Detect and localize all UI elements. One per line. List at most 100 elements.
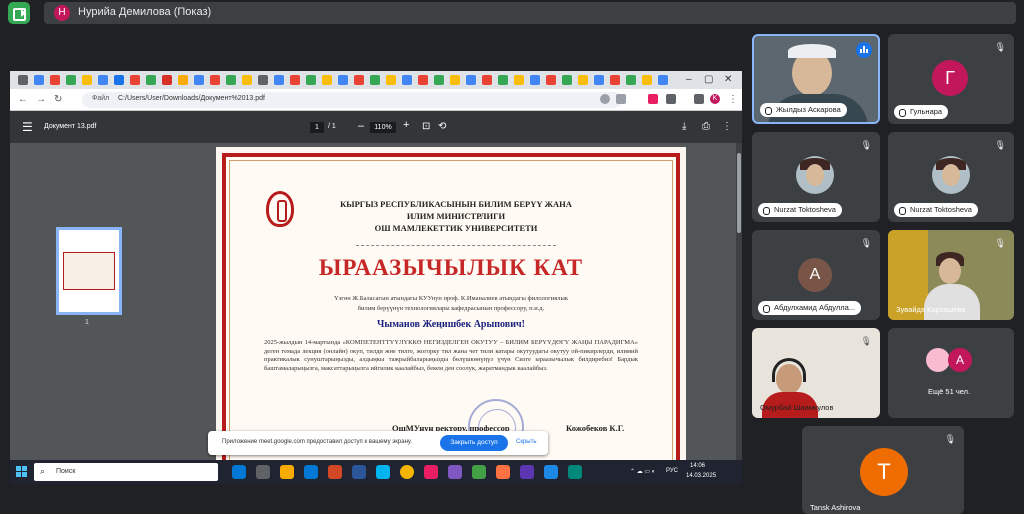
tab-icon[interactable] [450,75,460,85]
tab-icon[interactable] [530,75,540,85]
tab-icon[interactable] [466,75,476,85]
tab-icon[interactable] [34,75,44,85]
app-icon[interactable] [472,465,486,479]
participant-tile[interactable]: Жылдыз Аскарова [752,34,880,124]
app-icon[interactable] [568,465,582,479]
tab-icon[interactable] [258,75,268,85]
scrollbar-thumb[interactable] [737,153,741,233]
tab-icon[interactable] [434,75,444,85]
participant-tile[interactable]: 🎙 Зувайда Карташева [888,230,1014,320]
edge-icon[interactable] [232,465,246,479]
word-icon[interactable] [352,465,366,479]
extension-icon[interactable] [648,94,658,104]
tab-icon[interactable] [50,75,60,85]
pdf-more-icon[interactable]: ⋮ [722,121,732,132]
tab-icon[interactable] [178,75,188,85]
language-indicator[interactable]: РУС [666,468,678,474]
app-icon[interactable] [376,465,390,479]
tab-icon[interactable] [146,75,156,85]
tab-icon[interactable] [642,75,652,85]
zoom-icon[interactable] [600,94,610,104]
tab-icon[interactable] [386,75,396,85]
page-number-input[interactable]: 1 [310,122,324,133]
fit-page-icon[interactable]: ⊡ [422,121,430,132]
download-icon[interactable] [694,94,704,104]
participant-tile[interactable]: 🎙 Nurzat Toktosheva [752,132,880,222]
participant-tile[interactable]: 🎙 А Абдулхамид Абдулла... [752,230,880,320]
app-icon[interactable] [520,465,534,479]
url-input[interactable]: Файл C:/Users/User/Downloads/Документ%20… [82,92,622,108]
tab-icon[interactable] [498,75,508,85]
participant-tile[interactable]: 🎙 T Tansk Ashirova [802,426,964,514]
tab-icon[interactable] [210,75,220,85]
maximize-icon[interactable]: ▢ [704,74,713,85]
tab-icon[interactable] [322,75,332,85]
print-icon[interactable]: ⎙ [702,121,710,132]
chrome-icon[interactable] [400,465,414,479]
tab-icon[interactable] [290,75,300,85]
stop-sharing-button[interactable]: Закрыть доступ [440,435,508,451]
page-thumbnail[interactable] [56,227,122,315]
minimize-icon[interactable]: – [686,74,692,85]
tab-icon[interactable] [18,75,28,85]
app-icon[interactable] [544,465,558,479]
meet-logo-icon[interactable] [8,2,30,24]
tab-icon[interactable] [338,75,348,85]
participant-tile[interactable]: 🎙 Омурбай Шаимкулов [752,328,880,418]
more-options-icon[interactable]: ⋮ [728,94,738,105]
tab-icon[interactable] [594,75,604,85]
more-participants-tile[interactable]: А Ещё 51 чел. [888,328,1014,418]
zoom-in-icon[interactable]: + [403,119,409,131]
tab-icon[interactable] [562,75,572,85]
forward-icon[interactable]: → [36,94,46,105]
tab-icon[interactable] [66,75,76,85]
powerpoint-icon[interactable] [328,465,342,479]
tab-icon[interactable] [274,75,284,85]
tab-icon[interactable] [354,75,364,85]
tab-icon[interactable] [402,75,412,85]
tab-icon[interactable] [546,75,556,85]
store-icon[interactable] [304,465,318,479]
tray-icons[interactable]: ⌃ ☁ ▭ ◐ [630,468,655,475]
tab-icon[interactable] [482,75,492,85]
bookmark-icon[interactable] [616,94,626,104]
clock-time[interactable]: 14:06 [690,463,705,469]
tab-icon[interactable] [98,75,108,85]
tab-icon[interactable] [130,75,140,85]
tab-icon[interactable] [658,75,668,85]
tab-icon[interactable] [610,75,620,85]
back-icon[interactable]: ← [18,94,28,105]
reload-icon[interactable]: ↻ [54,94,62,105]
participant-tile[interactable]: 🎙 Г Гульнара [888,34,1014,124]
close-icon[interactable]: ✕ [724,74,732,85]
profile-avatar[interactable]: K [710,94,720,104]
windows-start-icon[interactable] [16,466,28,478]
tab-icon[interactable] [226,75,236,85]
taskbar-search-input[interactable]: ⌕ Поиск [34,463,218,481]
zoom-out-icon[interactable]: – [358,120,364,132]
tab-icon[interactable] [162,75,172,85]
extensions-icon[interactable] [666,94,676,104]
tab-icon[interactable] [418,75,428,85]
clock-date[interactable]: 14.03.2025 [686,473,716,479]
document-scrollbar[interactable] [736,143,742,484]
app-icon[interactable] [496,465,510,479]
file-explorer-icon[interactable] [280,465,294,479]
tab-icon[interactable] [82,75,92,85]
tab-icon[interactable] [370,75,380,85]
hide-notification-link[interactable]: Скрыть [516,439,536,445]
tab-icon[interactable] [514,75,524,85]
tab-icon[interactable] [626,75,636,85]
tab-icon[interactable] [114,75,124,85]
tab-icon[interactable] [242,75,252,85]
download-pdf-icon[interactable]: ⤓ [682,121,686,132]
presenter-bar[interactable]: Н Нурийа Демилова (Показ) [44,2,1016,24]
app-icon[interactable] [424,465,438,479]
rotate-icon[interactable]: ⟲ [438,121,446,132]
app-icon[interactable] [448,465,462,479]
tab-icon[interactable] [194,75,204,85]
tab-icon[interactable] [578,75,588,85]
menu-icon[interactable]: ☰ [22,120,33,134]
task-view-icon[interactable] [256,465,270,479]
zoom-level-input[interactable]: 110% [370,122,396,133]
